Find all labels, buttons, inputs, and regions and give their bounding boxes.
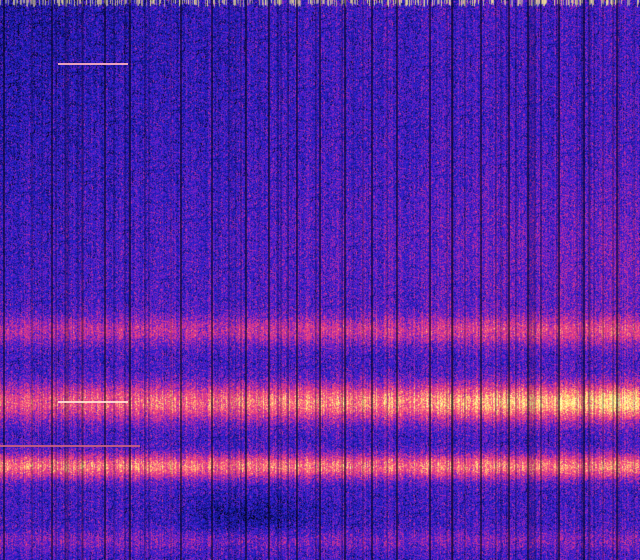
vertical-dropout-lines <box>0 0 635 560</box>
spectrogram-overlay <box>0 0 635 560</box>
horizontal-artifact-lines <box>0 63 140 447</box>
spectrogram-image <box>0 0 640 560</box>
